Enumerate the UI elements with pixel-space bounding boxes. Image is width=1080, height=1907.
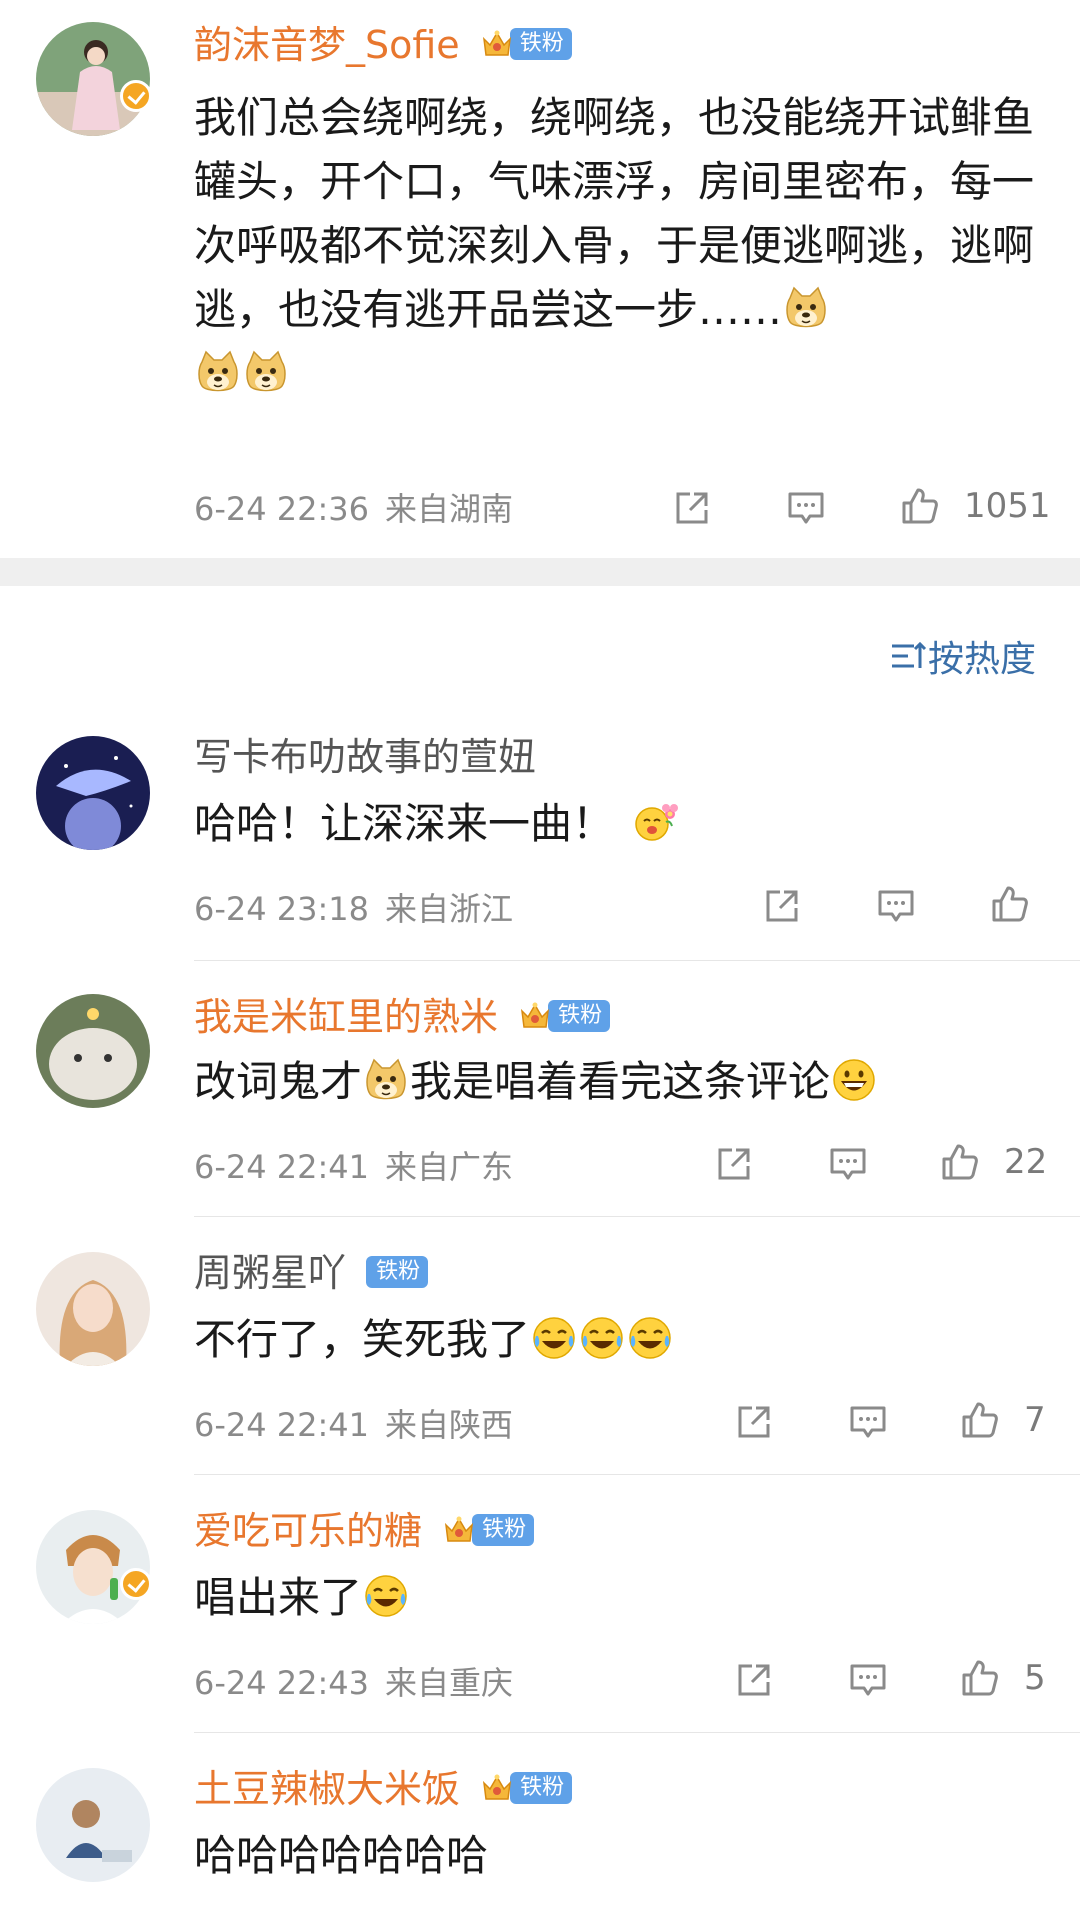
- share-icon[interactable]: [670, 486, 714, 530]
- verified-icon: [120, 80, 152, 112]
- comment-text: 不行了，笑死我了: [194, 1308, 674, 1372]
- thumbs-up-icon[interactable]: [958, 1656, 1002, 1700]
- fan-badge: 铁粉: [442, 1513, 535, 1547]
- timestamp: 6-24 22:43: [194, 1664, 370, 1702]
- fan-badge-label: 铁粉: [366, 1255, 429, 1288]
- comment-meta: 6-24 23:18 来自浙江: [194, 884, 513, 930]
- username-text[interactable]: 周粥星吖: [194, 1251, 346, 1295]
- verified-icon: [120, 1568, 152, 1600]
- username[interactable]: 写卡布叻故事的萱妞: [194, 734, 536, 780]
- grin-emoji: [830, 1056, 878, 1104]
- username-text[interactable]: 土豆辣椒大米饭: [194, 1767, 460, 1811]
- section-divider: [0, 558, 1080, 586]
- username[interactable]: 土豆辣椒大米饭 铁粉: [194, 1766, 573, 1812]
- like-count: 1051: [964, 486, 1051, 526]
- location: 来自重庆: [385, 1664, 514, 1702]
- fan-badge: 铁粉: [366, 1255, 429, 1288]
- comment-text: 哈哈哈哈哈哈哈: [194, 1824, 488, 1888]
- avatar[interactable]: [36, 1768, 150, 1882]
- laugh-cry-emoji: [578, 1314, 626, 1362]
- username-text[interactable]: 写卡布叻故事的萱妞: [194, 735, 536, 779]
- fan-badge-label: 铁粉: [472, 1513, 535, 1546]
- crown-icon: [442, 1513, 476, 1547]
- comment-text-content: 哈哈哈哈哈哈哈: [194, 1831, 489, 1880]
- crown-icon: [480, 1771, 514, 1805]
- fan-badge: 铁粉: [518, 999, 611, 1033]
- comment-text: 我们总会绕啊绕，绕啊绕，也没能绕开试鲱鱼罐头，开个口，气味漂浮，房间里密布，每一…: [194, 86, 1044, 406]
- like-count: 5: [1024, 1658, 1046, 1698]
- username[interactable]: 韵沫音梦_Sofie 铁粉: [194, 22, 572, 68]
- username[interactable]: 周粥星吖 铁粉: [194, 1250, 429, 1296]
- timestamp: 6-24 22:41: [194, 1406, 370, 1444]
- comment-text: 改词鬼才 我是唱着看完这条评论: [194, 1050, 878, 1114]
- comment-icon[interactable]: [874, 884, 918, 928]
- location: 来自浙江: [385, 890, 514, 928]
- crown-icon: [518, 999, 552, 1033]
- comment-meta: 6-24 22:36 来自湖南: [194, 484, 513, 530]
- fan-badge: 铁粉: [480, 27, 572, 61]
- fan-badge-label: 铁粉: [548, 999, 611, 1032]
- sort-label: 按热度: [927, 639, 1036, 680]
- avatar[interactable]: [36, 1252, 150, 1366]
- comment-icon[interactable]: [846, 1658, 890, 1702]
- comment-icon[interactable]: [826, 1142, 870, 1186]
- laugh-cry-emoji: [362, 1572, 410, 1620]
- fan-badge: 铁粉: [480, 1771, 573, 1805]
- fan-badge-label: 铁粉: [510, 1771, 573, 1804]
- comment-text-content: 哈哈！让深深来一曲！: [194, 799, 615, 848]
- avatar[interactable]: [36, 994, 150, 1108]
- location: 来自湖南: [385, 490, 514, 528]
- username[interactable]: 我是米缸里的熟米 铁粉: [194, 994, 611, 1040]
- divider: [194, 1732, 1080, 1733]
- sort-button[interactable]: 按热度: [888, 630, 1036, 682]
- avatar[interactable]: [36, 1510, 150, 1624]
- thumbs-up-icon[interactable]: [938, 1140, 982, 1184]
- crown-icon: [480, 27, 514, 61]
- fan-badge-label: 铁粉: [509, 27, 572, 60]
- comment-text-content: 我是唱着看完这条评论: [410, 1057, 831, 1106]
- share-icon[interactable]: [712, 1142, 756, 1186]
- username-text[interactable]: 韵沫音梦_Sofie: [194, 23, 460, 67]
- comment-text-content: 唱出来了: [194, 1573, 363, 1622]
- laugh-cry-emoji: [530, 1314, 578, 1362]
- comment-text: 唱出来了: [194, 1566, 410, 1630]
- comment-text-content: 我们总会绕啊绕，绕啊绕，也没能绕开试鲱鱼罐头，开个口，气味漂浮，房间里密布，每一…: [194, 93, 1035, 334]
- doge-emoji: [782, 284, 830, 332]
- laugh-cry-emoji: [626, 1314, 674, 1362]
- sort-icon: [891, 641, 927, 668]
- doge-emoji: [242, 348, 290, 396]
- divider: [194, 960, 1080, 961]
- like-count: 7: [1024, 1400, 1046, 1440]
- timestamp: 6-24 22:41: [194, 1148, 370, 1186]
- avatar[interactable]: [36, 22, 150, 136]
- like-count: 22: [1004, 1142, 1048, 1182]
- share-icon[interactable]: [732, 1400, 776, 1444]
- comment-meta: 6-24 22:41 来自陕西: [194, 1400, 513, 1446]
- location: 来自陕西: [385, 1406, 514, 1444]
- username-text[interactable]: 爱吃可乐的糖: [194, 1509, 422, 1553]
- divider: [194, 1474, 1080, 1475]
- comment-meta: 6-24 22:41 来自广东: [194, 1142, 513, 1188]
- username[interactable]: 爱吃可乐的糖 铁粉: [194, 1508, 535, 1554]
- doge-emoji: [194, 348, 242, 396]
- comment-icon[interactable]: [846, 1400, 890, 1444]
- comment-icon[interactable]: [784, 486, 828, 530]
- timestamp: 6-24 23:18: [194, 890, 370, 928]
- flower-emoji: [632, 798, 680, 846]
- doge-emoji: [362, 1056, 410, 1104]
- timestamp: 6-24 22:36: [194, 490, 370, 528]
- avatar[interactable]: [36, 736, 150, 850]
- share-icon[interactable]: [760, 884, 804, 928]
- thumbs-up-icon[interactable]: [898, 484, 942, 528]
- thumbs-up-icon[interactable]: [988, 882, 1032, 926]
- username-text[interactable]: 我是米缸里的熟米: [194, 995, 498, 1039]
- comment-text: 哈哈！让深深来一曲！: [194, 792, 680, 856]
- comment-text-content: 改词鬼才: [194, 1057, 363, 1106]
- share-icon[interactable]: [732, 1658, 776, 1702]
- divider: [194, 1216, 1080, 1217]
- location: 来自广东: [385, 1148, 514, 1186]
- thumbs-up-icon[interactable]: [958, 1398, 1002, 1442]
- comment-text-content: 不行了，笑死我了: [194, 1315, 531, 1364]
- comment-meta: 6-24 22:43 来自重庆: [194, 1658, 513, 1704]
